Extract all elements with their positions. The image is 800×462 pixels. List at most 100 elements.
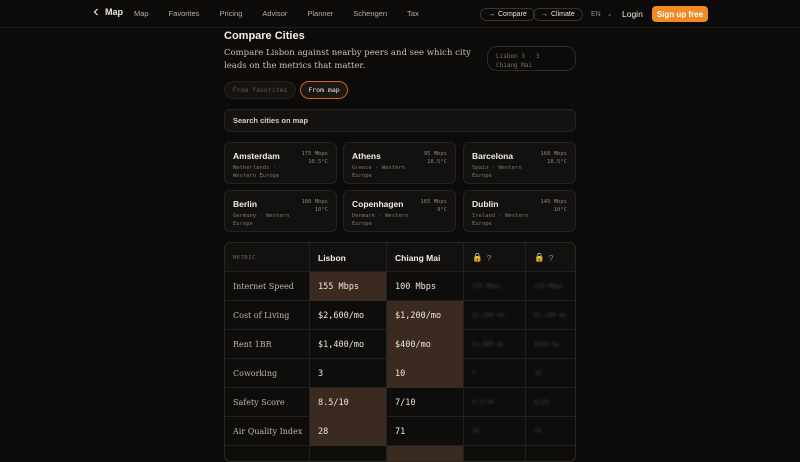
city-region: Spain · Western Europe bbox=[472, 165, 522, 179]
nav-link-pricing[interactable]: Pricing bbox=[219, 9, 242, 18]
city-stats: 180 Mbps 10°C bbox=[302, 198, 329, 214]
locked-value-text: $500 mo bbox=[534, 341, 560, 348]
locked-value: $1,100 mo bbox=[526, 301, 575, 330]
chiang-mai-value: 10 bbox=[387, 359, 464, 388]
metric-label: Internet Speed bbox=[225, 272, 310, 301]
pair-line-1: Lisbon 3 · 3 bbox=[496, 53, 540, 60]
nav-link-planner[interactable]: Planner bbox=[307, 9, 333, 18]
city-card-barcelona[interactable]: Barcelona Spain · Western Europe 160 Mbp… bbox=[463, 142, 576, 184]
city-column-header-chiang-mai: Chiang Mai bbox=[387, 243, 464, 272]
locked-value-text: 76 bbox=[534, 428, 542, 435]
city-temp: 10°C bbox=[314, 207, 328, 213]
city-region: Germany · Western Europe bbox=[233, 213, 290, 227]
back-to-map-link[interactable]: Map bbox=[92, 7, 123, 17]
city-card-dublin[interactable]: Dublin Ireland · Western Europe 145 Mbps… bbox=[463, 190, 576, 232]
locked-value: 8/10 bbox=[526, 388, 575, 417]
locked-value: 7 bbox=[464, 359, 526, 388]
compare-label: Compare bbox=[498, 11, 527, 18]
page-title: Compare Cities bbox=[224, 30, 305, 42]
selected-pair-box: Lisbon 3 · 3 Chiang Mai bbox=[487, 46, 576, 71]
comparison-table: METRIC Lisbon Chiang Mai 🔒 ? 🔒 ? Interne… bbox=[224, 242, 576, 462]
city-stats: 160 Mbps 18.5°C bbox=[541, 150, 568, 166]
locked-value bbox=[464, 446, 526, 461]
city-card-berlin[interactable]: Berlin Germany · Western Europe 180 Mbps… bbox=[224, 190, 337, 232]
locked-column-header[interactable]: 🔒 ? bbox=[526, 243, 575, 272]
nav-link-map[interactable]: Map bbox=[134, 9, 149, 18]
lisbon-value bbox=[310, 446, 387, 461]
from-map-toggle[interactable]: From map bbox=[300, 81, 348, 99]
city-temp: 10°C bbox=[553, 207, 567, 213]
city-region: Greece · Western Europe bbox=[352, 165, 405, 179]
chiang-mai-value: 7/10 bbox=[387, 388, 464, 417]
language-selector[interactable]: EN ⌄ bbox=[591, 10, 613, 18]
metric-label: Cost of Living bbox=[225, 301, 310, 330]
metric-label: Rent 1BR bbox=[225, 330, 310, 359]
locked-value: 120 Mbps bbox=[526, 272, 575, 301]
table-row: Cost of Living $2,600/mo $1,200/mo $1,50… bbox=[225, 301, 575, 330]
locked-value: $1,800 mo bbox=[464, 330, 526, 359]
locked-value-text: $1,500 mo bbox=[472, 312, 505, 319]
lisbon-value: 28 bbox=[310, 417, 387, 446]
city-search-input[interactable]: Search cities on map bbox=[224, 109, 576, 132]
city-region: Netherlands · Western Europe bbox=[233, 165, 280, 179]
lock-icon: 🔒 bbox=[472, 252, 483, 262]
city-name: Athens bbox=[352, 151, 381, 161]
locked-value bbox=[526, 446, 575, 461]
table-row: Air Quality Index 28 71 30 76 bbox=[225, 417, 575, 446]
locked-value-text: $1,800 mo bbox=[472, 341, 505, 348]
lisbon-value: 155 Mbps bbox=[310, 272, 387, 301]
chevron-left-icon bbox=[93, 8, 98, 16]
city-name: Copenhagen bbox=[352, 199, 404, 209]
nav-link-tax[interactable]: Tax bbox=[407, 9, 419, 18]
lisbon-value: 8.5/10 bbox=[310, 388, 387, 417]
city-card-amsterdam[interactable]: Amsterdam Netherlands · Western Europe 1… bbox=[224, 142, 337, 184]
language-label: EN bbox=[591, 11, 601, 18]
locked-value-text: 120 Mbps bbox=[534, 283, 563, 290]
metric-label: Safety Score bbox=[225, 388, 310, 417]
nav-links: Map Favorites Pricing Advisor Planner Sc… bbox=[134, 9, 439, 18]
locked-value-text: 175 Mbps bbox=[472, 283, 501, 290]
city-speed: 160 Mbps bbox=[540, 151, 568, 157]
from-favorites-toggle[interactable]: From favorites bbox=[224, 81, 296, 99]
signup-button[interactable]: Sign up free bbox=[652, 6, 708, 22]
chevron-down-icon: ⌄ bbox=[606, 11, 613, 18]
top-nav: Map Map Favorites Pricing Advisor Planne… bbox=[0, 0, 800, 28]
locked-column-label: ? bbox=[486, 252, 492, 263]
city-stats: 165 Mbps 9°C bbox=[421, 198, 448, 214]
city-stats: 175 Mbps 10.5°C bbox=[302, 150, 329, 166]
metric-column-header: METRIC bbox=[225, 243, 310, 272]
compare-button[interactable]: → Compare bbox=[480, 8, 535, 21]
city-speed: 165 Mbps bbox=[420, 199, 448, 205]
locked-value-text: 7 bbox=[472, 370, 476, 377]
city-region: Denmark · Western Europe bbox=[352, 213, 409, 227]
nav-link-advisor[interactable]: Advisor bbox=[262, 9, 287, 18]
chiang-mai-value: $1,200/mo bbox=[387, 301, 464, 330]
chiang-mai-value: 71 bbox=[387, 417, 464, 446]
city-temp: 9°C bbox=[437, 207, 447, 213]
lisbon-value: $2,600/mo bbox=[310, 301, 387, 330]
metric-label bbox=[225, 446, 310, 461]
city-name: Berlin bbox=[233, 199, 258, 209]
arrow-right-icon: → bbox=[541, 11, 548, 18]
climate-button[interactable]: → Climate bbox=[533, 8, 583, 21]
locked-column-header[interactable]: 🔒 ? bbox=[464, 243, 526, 272]
city-name: Barcelona bbox=[472, 151, 514, 161]
back-label: Map bbox=[105, 7, 123, 17]
city-name: Amsterdam bbox=[233, 151, 280, 161]
table-row: Internet Speed 155 Mbps 100 Mbps 175 Mbp… bbox=[225, 272, 575, 301]
nav-link-schengen[interactable]: Schengen bbox=[353, 9, 387, 18]
locked-value: 30 bbox=[464, 417, 526, 446]
locked-column-label: ? bbox=[548, 252, 554, 263]
city-region: Ireland · Western Europe bbox=[472, 213, 529, 227]
pair-line-2: Chiang Mai bbox=[496, 62, 533, 69]
nav-link-favorites[interactable]: Favorites bbox=[169, 9, 200, 18]
city-speed: 175 Mbps bbox=[301, 151, 329, 157]
login-link[interactable]: Login bbox=[622, 9, 643, 19]
city-name: Dublin bbox=[472, 199, 499, 209]
lock-icon: 🔒 bbox=[534, 252, 545, 262]
locked-value-text: 30 bbox=[472, 428, 480, 435]
city-card-copenhagen[interactable]: Copenhagen Denmark · Western Europe 165 … bbox=[343, 190, 456, 232]
city-card-athens[interactable]: Athens Greece · Western Europe 95 Mbps 1… bbox=[343, 142, 456, 184]
chiang-mai-value: 100 Mbps bbox=[387, 272, 464, 301]
city-column-header-lisbon: Lisbon bbox=[310, 243, 387, 272]
